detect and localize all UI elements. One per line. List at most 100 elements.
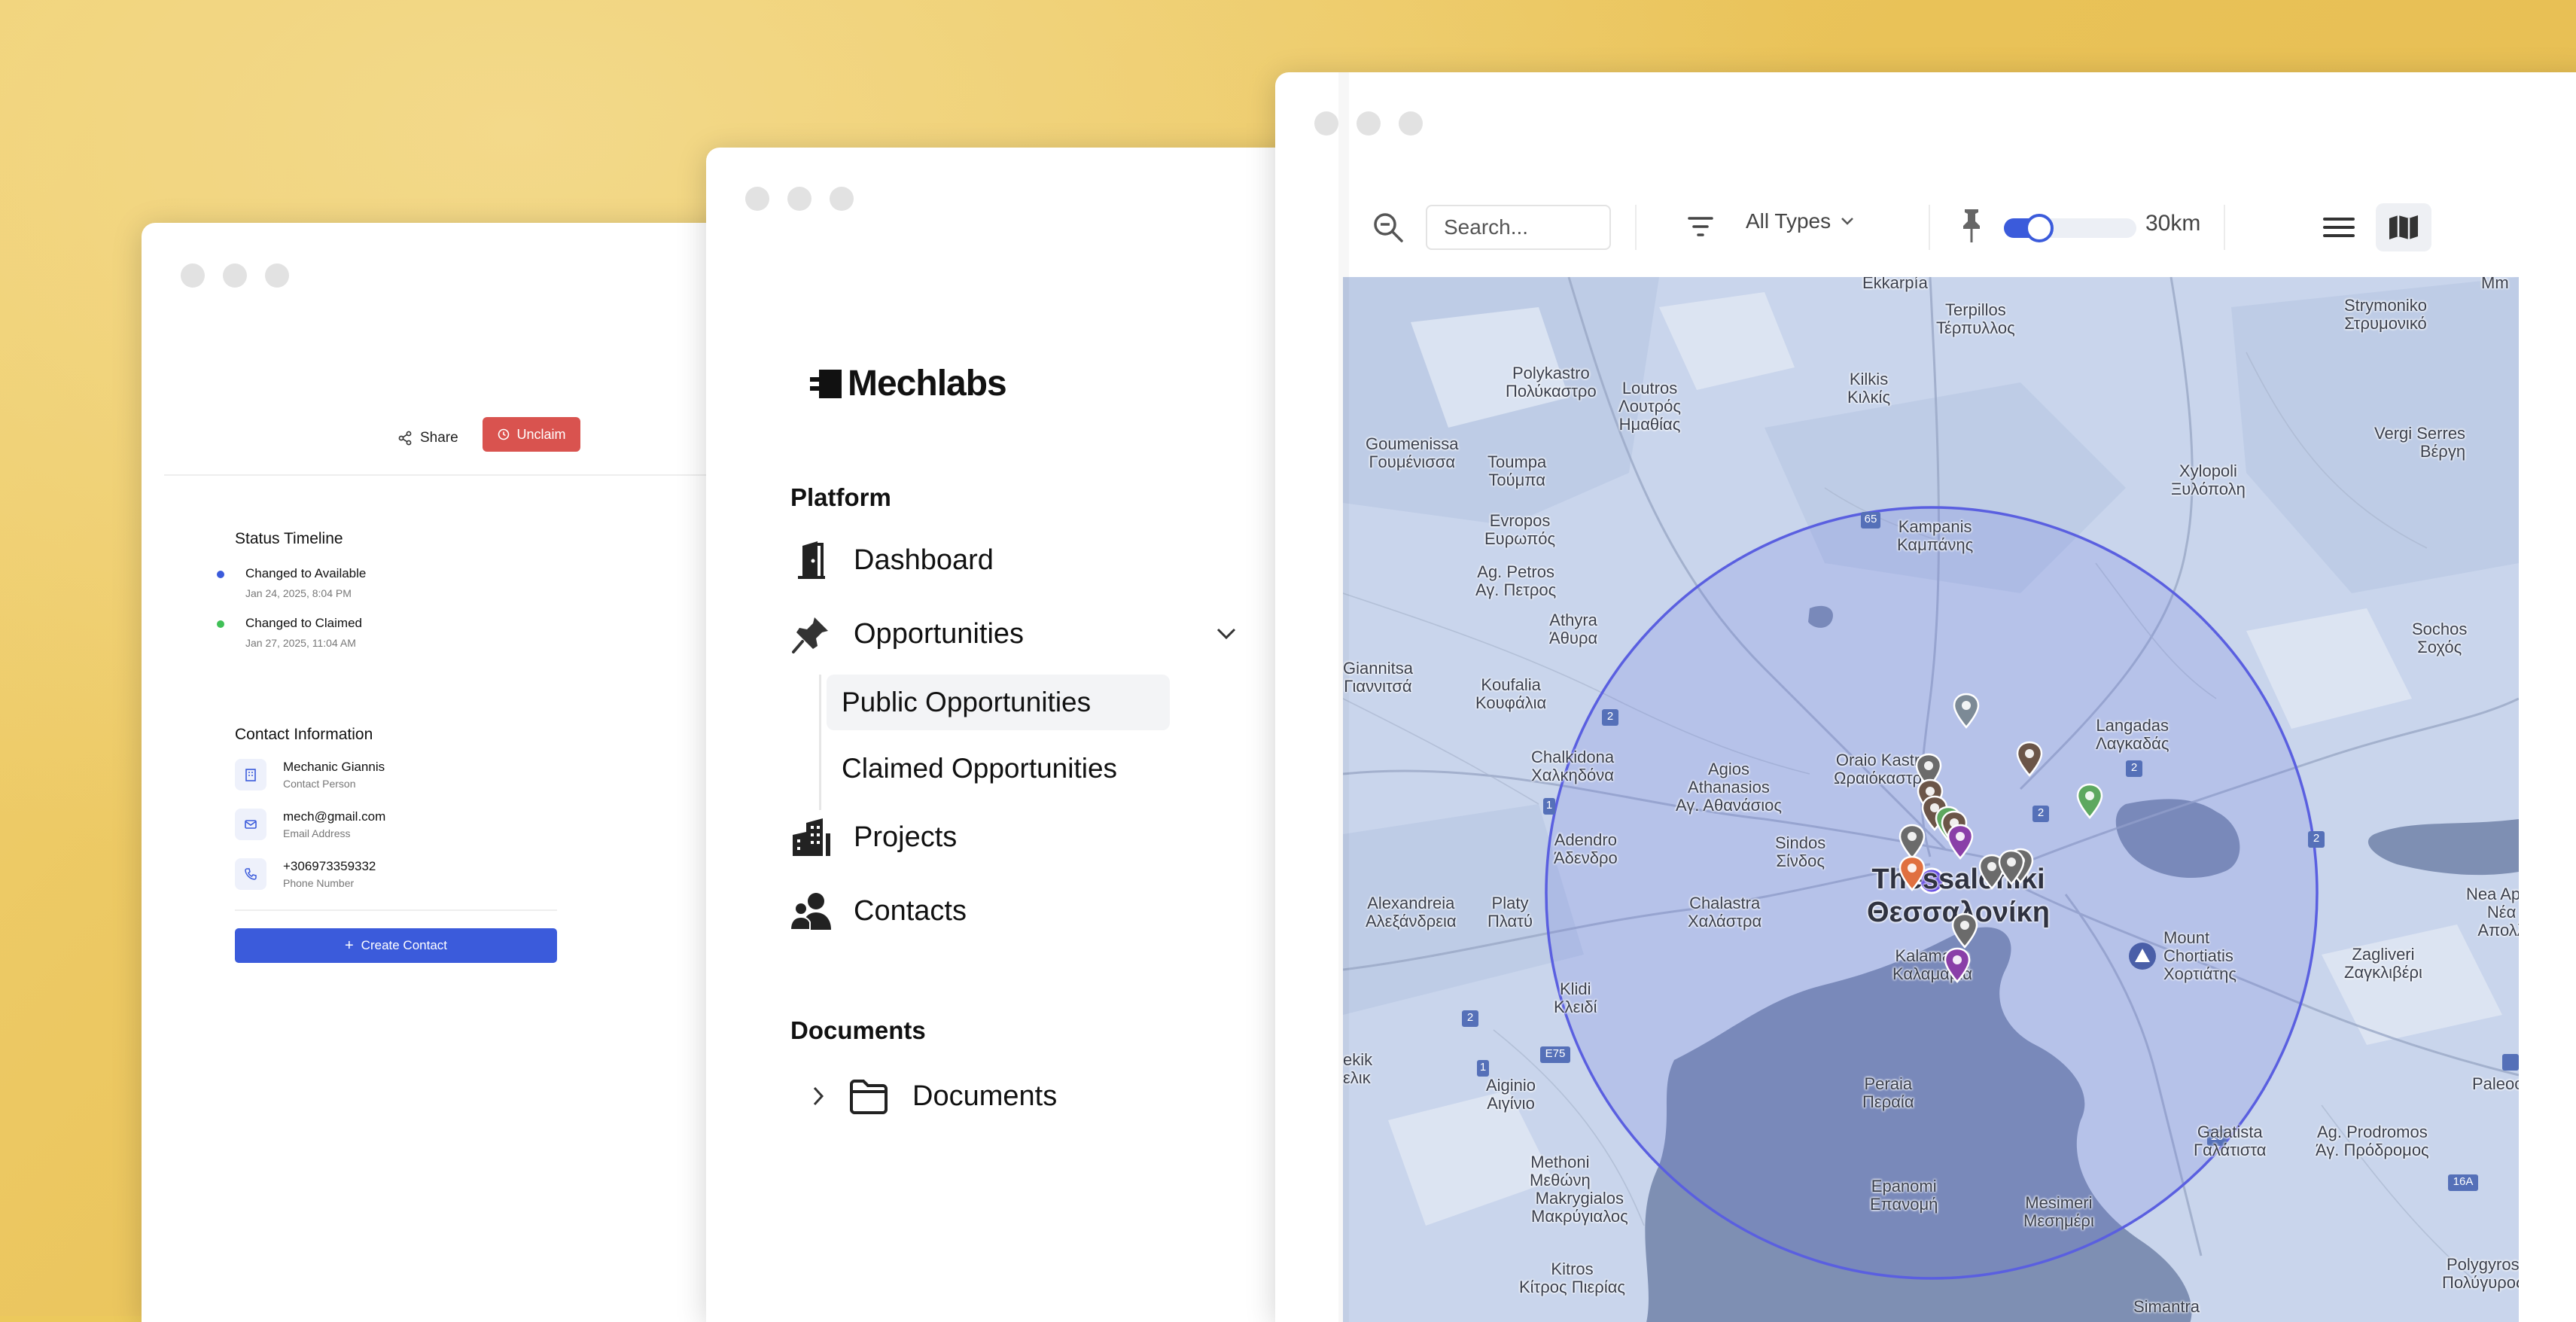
create-contact-button[interactable]: + Create Contact [235,928,557,963]
place-label: Klidi Κλειδί [1554,979,1597,1016]
sidebar-item-label: Documents [912,1080,1058,1112]
sidebar-item-label: Contacts [854,894,967,927]
sidebar-item-opportunities[interactable]: Opportunities [790,613,1024,655]
place-label: Vergi Serres Βέργη [2374,424,2466,461]
place-label: Polykastro Πολύκαστρο [1506,364,1597,401]
place-label: Polygyros Πολύγυρος [2442,1255,2519,1292]
users-icon [790,890,833,932]
sidebar-subitem-public-opportunities[interactable]: Public Opportunities [827,675,1170,730]
window-controls[interactable] [745,187,854,211]
brand-logo[interactable]: Mechlabs [810,363,1007,404]
share-button[interactable]: Share [397,420,458,456]
place-label: Paleoc [2472,1074,2519,1093]
search-input[interactable]: Search... [1426,205,1611,250]
radius-slider[interactable] [2004,214,2136,242]
map-icon [2389,215,2418,239]
place-label: Kampanis Καμπάνης [1897,517,1974,554]
sidebar-window: Mechlabs Platform Dashboard Opportunitie… [706,148,1338,1322]
road-label: 2 [1466,1011,1474,1024]
road-label: 16A [2453,1175,2474,1188]
place-label: Kitros Κίτρος Πιερίας [1519,1260,1626,1296]
sidebar-subitem-claimed-opportunities[interactable]: Claimed Opportunities [827,741,1170,797]
sidebar-item-contacts[interactable]: Contacts [790,890,967,932]
place-label: Mesimeri Μεσημέρι [2023,1193,2094,1230]
chevron-down-icon [1841,218,1853,225]
brand-name: Mechlabs [848,364,1007,404]
undo-icon [498,428,510,440]
place-label: Chalkidona Χαλκηδόνα [1531,748,1615,784]
divider [1635,205,1637,250]
map-view-button[interactable] [2376,203,2431,251]
place-label: Galatista Γαλάτιστα [2194,1122,2267,1159]
place-label: Methoni Μεθώνη [1530,1153,1591,1189]
place-label: Terpillos Τέρπυλλος [1936,300,2015,337]
sidebar-item-projects[interactable]: Projects [790,816,957,858]
pin-icon [790,613,833,655]
place-label: Aiginio Αιγίνιο [1486,1076,1536,1113]
window-controls[interactable] [181,263,289,288]
place-label: Xylopoli Ξυλόπολη [2171,461,2246,498]
chevron-right-icon[interactable] [811,1085,825,1107]
timeline-item: Changed to Claimed Jan 27, 2025, 11:04 A… [217,616,362,649]
create-contact-label: Create Contact [361,938,448,952]
door-icon [790,539,833,581]
type-filter-dropdown[interactable]: All Types [1746,209,1855,233]
map-canvas[interactable]: 2 65 2 2 2 2 E75 1 1 16 16A Ekkarpía Ter… [1343,277,2519,1322]
place-label: Athyra Άθυρα [1549,611,1598,647]
window-edge [1338,72,1349,1322]
place-label: Makrygialos Μακρύγιαλος [1531,1189,1628,1226]
unclaim-button[interactable]: Unclaim [483,417,580,452]
radius-slider-handle[interactable] [2025,214,2054,242]
sidebar-item-label: Dashboard [854,544,994,576]
chevron-down-icon[interactable] [1215,626,1238,645]
pushpin-icon [1963,209,1980,242]
folder-icon [848,1075,890,1117]
place-label: Giannitsa Γιαννιτσά [1343,659,1413,696]
contact-person-label: Contact Person [283,778,356,790]
type-filter-value: All Types [1746,209,1832,233]
contact-person-row: Mechanic Giannis Contact Person [235,759,385,790]
sidebar-item-dashboard[interactable]: Dashboard [790,539,994,581]
zoom-out-icon[interactable] [1372,211,1405,244]
timeline-dot [217,571,224,578]
email-label: Email Address [283,827,351,839]
mail-icon [235,809,266,840]
place-label: Agios Athanasios Αγ. Αθανάσιος [1676,760,1782,815]
mechlabs-logo-icon [810,369,842,398]
status-timeline-title: Status Timeline [235,530,343,547]
platform-header: Platform [790,483,891,511]
place-label: Platy Πλατύ [1487,894,1533,931]
share-label: Share [420,430,458,446]
submenu-guide-line [819,675,821,810]
building-icon [235,759,266,790]
place-label: Mm [2481,277,2509,292]
place-label: Strymoniko Στρυμονικό [2344,296,2428,333]
phone-row: +306973359332 Phone Number [235,858,376,890]
place-label: Epanomi Επανομή [1870,1177,1938,1214]
filter-icon[interactable] [1688,215,1713,238]
road-label: 2 [2130,761,2138,774]
contact-person-value: Mechanic Giannis [283,760,385,774]
road-label: 1 [1479,1061,1487,1074]
sidebar-item-label: Projects [854,821,958,853]
timeline-title: Changed to Claimed [245,616,362,630]
email-value[interactable]: mech@gmail.com [283,809,385,824]
road-label: 2 [2313,832,2320,845]
place-label: Alexandreia Αλεξάνδρεια [1366,894,1457,931]
divider [235,909,557,911]
phone-value[interactable]: +306973359332 [283,859,376,874]
window-controls[interactable] [1314,111,1423,136]
plus-icon: + [344,937,354,954]
place-label: Ekkarpía [1862,277,1928,292]
place-label: Toumpa Τούμπα [1487,452,1547,489]
documents-header: Documents [790,1016,926,1044]
sidebar-item-documents[interactable]: Documents [811,1075,1057,1117]
email-row: mech@gmail.com Email Address [235,809,385,840]
place-label: Nea Apoll Νέα Απολλ [2466,885,2519,940]
search-placeholder: Search... [1444,215,1529,239]
timeline-date: Jan 24, 2025, 8:04 PM [245,587,352,599]
contact-info-title: Contact Information [235,726,373,743]
list-view-button[interactable] [2311,203,2367,251]
map-window: Search... All Types 30km 2 65 2 2 2 2 E7… [1275,72,2576,1322]
place-label: Ag. Prodromos Άγ. Πρόδρομος [2316,1122,2429,1159]
